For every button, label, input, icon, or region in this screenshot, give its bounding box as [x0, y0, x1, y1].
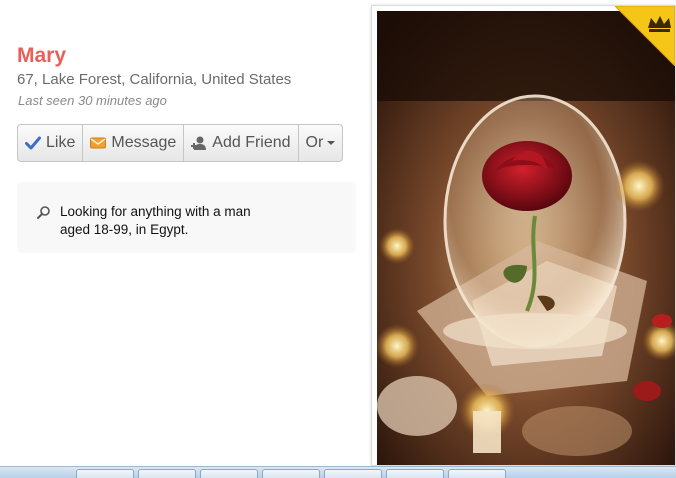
last-seen-text: Last seen 30 minutes ago — [18, 93, 167, 108]
profile-location: 67, Lake Forest, California, United Stat… — [17, 71, 292, 88]
crown-icon — [615, 6, 675, 66]
caret-down-icon — [327, 141, 336, 145]
taskbar-button[interactable] — [448, 469, 506, 478]
seeking-panel: Looking for anything with a man aged 18-… — [17, 182, 356, 253]
magnifier-icon — [37, 206, 50, 219]
or-label: Or — [305, 134, 324, 151]
or-dropdown-button[interactable]: Or — [299, 125, 343, 161]
add-friend-label: Add Friend — [212, 134, 291, 151]
message-label: Message — [111, 134, 177, 151]
taskbar-button[interactable] — [262, 469, 320, 478]
taskbar-button[interactable] — [200, 469, 258, 478]
envelope-icon — [90, 137, 107, 149]
action-button-group: Like Message Add Friend Or — [17, 124, 344, 162]
add-friend-button[interactable]: Add Friend — [184, 125, 299, 161]
taskbar-button[interactable] — [324, 469, 382, 478]
seeking-text: Looking for anything with a man aged 18-… — [60, 204, 251, 237]
like-button[interactable]: Like — [18, 125, 84, 161]
taskbar-button[interactable] — [386, 469, 444, 478]
add-person-icon — [191, 136, 207, 150]
profile-name: Mary — [17, 44, 67, 67]
profile-photo[interactable] — [377, 11, 676, 466]
taskbar-button[interactable] — [76, 469, 134, 478]
profile-photo-frame[interactable] — [371, 5, 676, 466]
taskbar-button[interactable] — [138, 469, 196, 478]
check-icon — [25, 136, 41, 150]
taskbar — [0, 466, 676, 478]
like-label: Like — [46, 134, 76, 151]
message-button[interactable]: Message — [83, 125, 185, 161]
